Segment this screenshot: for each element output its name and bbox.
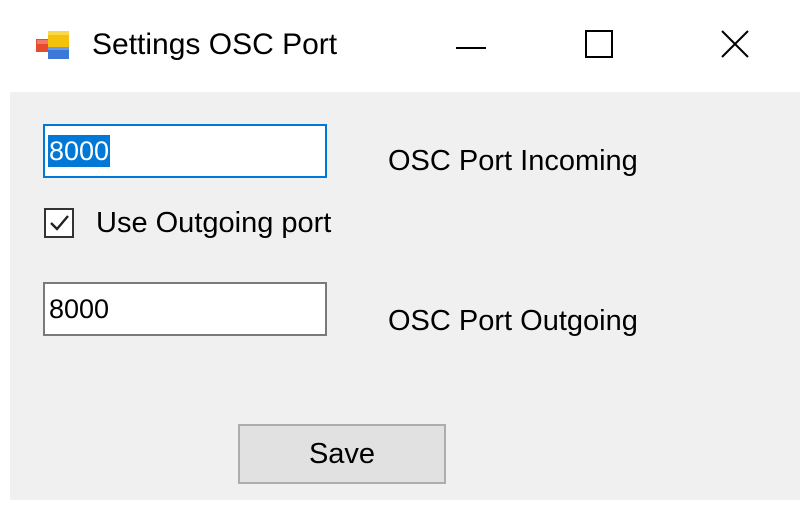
close-button[interactable] [690,18,780,74]
outgoing-port-input[interactable]: 8000 [43,282,327,336]
outgoing-port-label: OSC Port Outgoing [388,305,638,337]
use-outgoing-label[interactable]: Use Outgoing port [96,206,331,240]
incoming-port-value: 8000 [48,135,111,167]
close-icon [721,29,749,63]
maximize-icon [585,29,613,63]
use-outgoing-checkbox[interactable] [44,208,74,238]
maximize-button[interactable] [554,18,644,74]
incoming-port-input[interactable]: 8000 [43,124,327,178]
outgoing-port-value: 8000 [49,294,110,324]
client-area: 8000 OSC Port Incoming Use Outgoing port… [10,92,800,500]
incoming-port-label: OSC Port Incoming [388,145,638,177]
minimize-button[interactable] [426,18,516,74]
window-title: Settings OSC Port [92,28,338,61]
app-window-icon [36,30,70,60]
minimize-icon [456,37,486,55]
title-bar[interactable]: Settings OSC Port [0,0,800,92]
save-button[interactable]: Save [238,424,446,484]
settings-window: Settings OSC Port 8000 OSC Port Incoming [0,0,800,508]
